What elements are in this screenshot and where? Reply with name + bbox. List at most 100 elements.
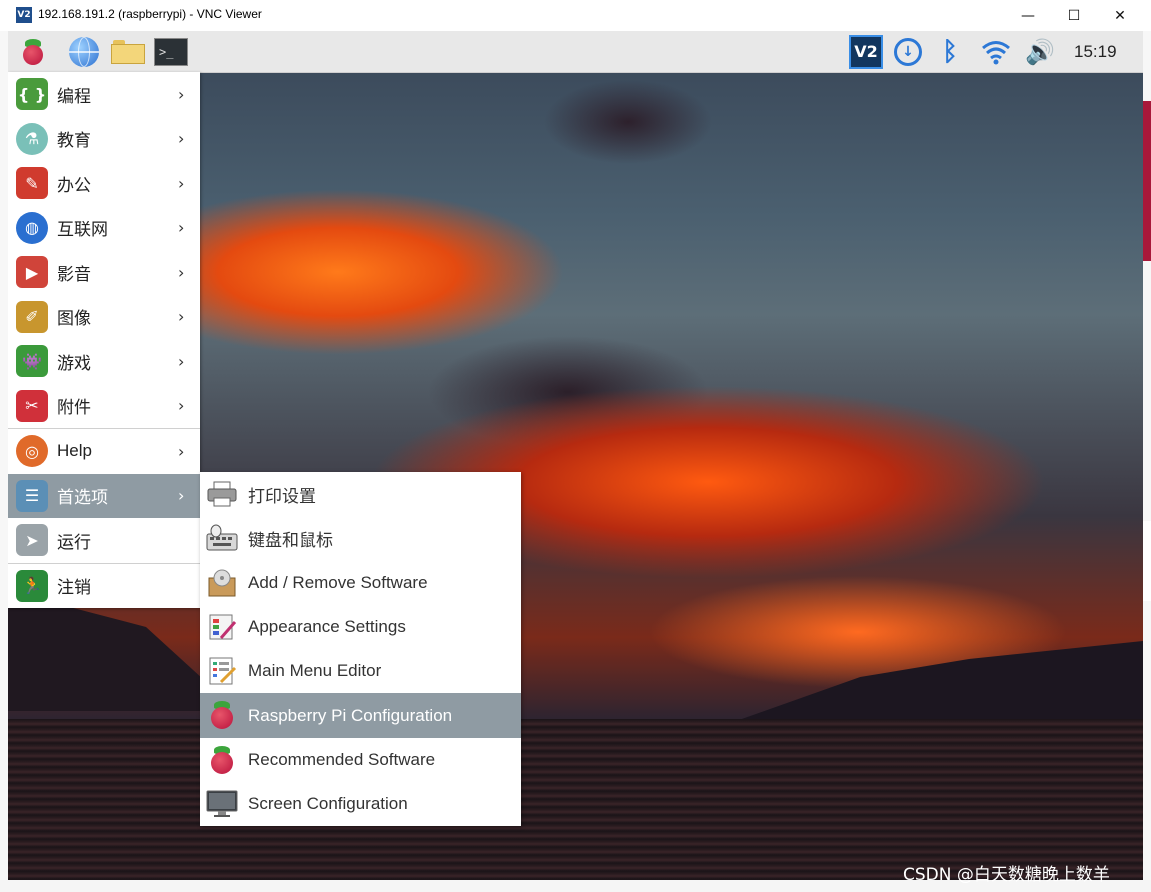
raspberry-config-icon (206, 699, 238, 731)
menu-item-label: 图像 (57, 309, 91, 329)
help-icon: ◎ (16, 435, 48, 467)
submenu-item-raspberry-pi-configuration[interactable]: Raspberry Pi Configuration (200, 693, 521, 738)
close-button[interactable]: ✕ (1097, 0, 1143, 31)
menu-item-help[interactable]: ◎ Help › (8, 428, 200, 474)
maximize-button[interactable]: ☐ (1051, 0, 1097, 31)
menu-item-label: 运行 (57, 532, 91, 552)
wifi-tray[interactable] (976, 31, 1016, 72)
chevron-right-icon: › (178, 84, 185, 104)
menu-item-label: 影音 (57, 264, 91, 284)
volume-tray[interactable]: 🔊 (1020, 31, 1060, 72)
csdn-watermark: CSDN @白天数糖晚上数羊 (903, 865, 1110, 885)
file-manager-launcher[interactable] (111, 35, 145, 69)
submenu-item-label: Add / Remove Software (248, 572, 428, 592)
updater-tray[interactable]: ↓ (888, 31, 928, 72)
window-frame-right (1143, 31, 1151, 892)
appearance-icon (206, 611, 238, 643)
download-icon: ↓ (894, 37, 922, 66)
menu-item-label: Help (57, 441, 92, 461)
clock[interactable]: 15:19 (1074, 42, 1117, 62)
chevron-right-icon: › (178, 396, 185, 416)
printer-icon (206, 478, 238, 510)
menu-item-graphics[interactable]: ✐ 图像 › (8, 295, 200, 340)
folder-icon (111, 40, 145, 64)
raspberry-menu-button[interactable] (16, 35, 50, 69)
chevron-right-icon: › (178, 486, 185, 506)
education-icon: ⚗ (16, 122, 48, 155)
minimize-button[interactable]: — (1005, 0, 1051, 31)
remote-desktop[interactable]: >_ V2 ↓ ᛒ 🔊 15:19 { } 编程 › ⚗ 教育 › ✎ 办公 ›… (8, 31, 1143, 880)
menu-item-label: 教育 (57, 131, 91, 151)
submenu-item-label: Appearance Settings (248, 617, 406, 637)
window-title: 192.168.191.2 (raspberrypi) - VNC Viewer (38, 7, 262, 21)
logout-icon: 🏃 (16, 569, 48, 602)
application-menu: { } 编程 › ⚗ 教育 › ✎ 办公 › ◍ 互联网 › ▶ 影音 › ✐ … (8, 72, 200, 608)
background-window-strip (1143, 101, 1151, 261)
software-package-icon (206, 567, 238, 599)
office-icon: ✎ (16, 167, 48, 199)
submenu-item-label: 打印设置 (248, 486, 316, 506)
menu-item-sound-video[interactable]: ▶ 影音 › (8, 250, 200, 295)
volume-icon: 🔊 (1025, 37, 1055, 66)
menu-item-preferences[interactable]: ☰ 首选项 › (8, 473, 200, 518)
submenu-item-add-remove-software[interactable]: Add / Remove Software (200, 561, 521, 605)
chevron-right-icon: › (178, 262, 185, 282)
menu-item-office[interactable]: ✎ 办公 › (8, 161, 200, 206)
submenu-item-print-settings[interactable]: 打印设置 (200, 472, 521, 516)
submenu-item-recommended-software[interactable]: Recommended Software (200, 738, 521, 782)
submenu-item-screen-configuration[interactable]: Screen Configuration (200, 782, 521, 826)
vnc-server-tray[interactable]: V2 (846, 31, 886, 72)
preferences-icon: ☰ (16, 479, 48, 512)
submenu-item-label: Screen Configuration (248, 794, 408, 814)
submenu-item-main-menu-editor[interactable]: Main Menu Editor (200, 649, 521, 693)
background-window-strip (1143, 521, 1151, 601)
chevron-right-icon: › (178, 129, 185, 149)
programming-icon: { } (16, 78, 48, 110)
window-titlebar[interactable]: V2 192.168.191.2 (raspberrypi) - VNC Vie… (0, 0, 1151, 32)
globe-icon (69, 37, 99, 67)
preferences-submenu: 打印设置 键盘和鼠标 Add / Remove Software Appeara… (200, 472, 521, 827)
sound-video-icon: ▶ (16, 256, 48, 288)
terminal-icon: >_ (154, 38, 188, 66)
chevron-right-icon: › (178, 441, 185, 461)
menu-item-label: 游戏 (57, 353, 91, 373)
menu-item-internet[interactable]: ◍ 互联网 › (8, 206, 200, 251)
terminal-launcher[interactable]: >_ (154, 35, 188, 69)
raspberry-icon (21, 39, 45, 65)
submenu-item-label: Main Menu Editor (248, 661, 382, 681)
vnc-icon: V2 (849, 34, 883, 69)
web-browser-launcher[interactable] (67, 35, 101, 69)
menu-item-programming[interactable]: { } 编程 › (8, 72, 200, 117)
menu-item-run[interactable]: ➤ 运行 (8, 518, 200, 563)
graphics-icon: ✐ (16, 300, 48, 333)
menu-item-logout[interactable]: 🏃 注销 (8, 562, 200, 609)
wifi-icon (982, 40, 1010, 64)
accessories-icon: ✂ (16, 389, 48, 422)
menu-item-games[interactable]: 👾 游戏 › (8, 339, 200, 384)
run-icon: ➤ (16, 524, 48, 556)
menu-item-label: 编程 (57, 86, 91, 106)
chevron-right-icon: › (178, 307, 185, 327)
submenu-item-label: 键盘和鼠标 (248, 530, 333, 550)
menu-item-label: 附件 (57, 398, 91, 418)
submenu-item-keyboard-mouse[interactable]: 键盘和鼠标 (200, 516, 521, 560)
bluetooth-icon: ᛒ (942, 36, 958, 67)
menu-item-label: 注销 (57, 578, 91, 598)
games-icon: 👾 (16, 345, 48, 377)
keyboard-mouse-icon (206, 522, 238, 554)
menu-item-label: 办公 (57, 175, 91, 195)
wallpaper-water (8, 719, 1143, 880)
recommended-software-icon (206, 744, 238, 776)
monitor-icon (206, 788, 238, 820)
submenu-item-label: Recommended Software (248, 749, 436, 769)
menu-item-education[interactable]: ⚗ 教育 › (8, 117, 200, 162)
submenu-item-label: Raspberry Pi Configuration (248, 705, 453, 725)
menu-item-label: 首选项 (57, 488, 108, 508)
menu-item-accessories[interactable]: ✂ 附件 › (8, 384, 200, 429)
bluetooth-tray[interactable]: ᛒ (932, 31, 968, 72)
vnc-viewer-app-icon: V2 (16, 7, 32, 23)
taskbar-panel: >_ V2 ↓ ᛒ 🔊 15:19 (8, 31, 1143, 73)
menu-item-label: 互联网 (57, 220, 108, 240)
chevron-right-icon: › (178, 173, 185, 193)
submenu-item-appearance-settings[interactable]: Appearance Settings (200, 605, 521, 649)
